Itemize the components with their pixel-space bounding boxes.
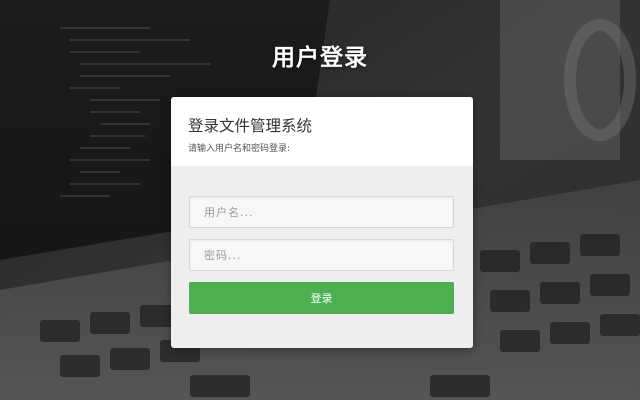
- login-card-subtitle: 请输入用户名和密码登录:: [188, 144, 291, 154]
- login-card-title: 登录文件管理系统: [188, 117, 313, 135]
- username-input[interactable]: [189, 196, 454, 228]
- login-page: 用户登录 登录文件管理系统 请输入用户名和密码登录: 登录: [0, 0, 640, 400]
- login-card-header: 登录文件管理系统 请输入用户名和密码登录:: [171, 97, 473, 166]
- page-title: 用户登录: [272, 45, 368, 71]
- login-button[interactable]: 登录: [189, 282, 454, 314]
- password-input[interactable]: [189, 239, 454, 271]
- login-card: 登录文件管理系统 请输入用户名和密码登录: 登录: [171, 97, 473, 348]
